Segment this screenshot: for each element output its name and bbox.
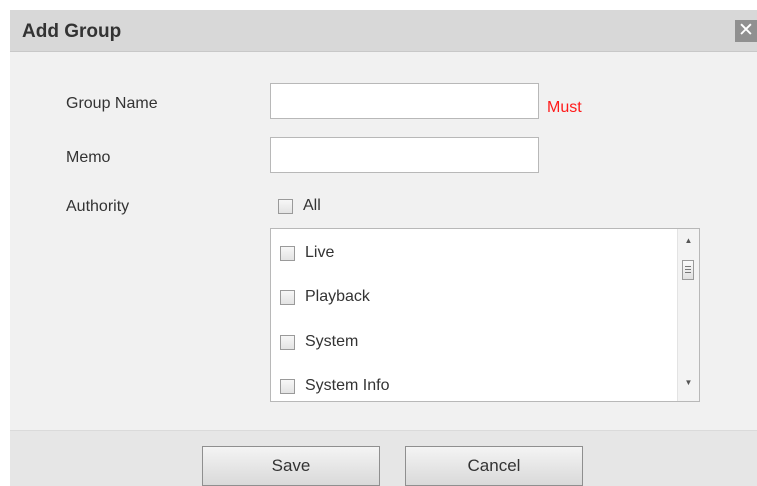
authority-list-scrollbar[interactable]: ▲ ▼ (677, 229, 699, 401)
authority-item-label: System (305, 333, 359, 350)
scrollbar-thumb[interactable] (682, 260, 694, 280)
save-button[interactable]: Save (202, 446, 380, 486)
dialog-title: Add Group (22, 21, 122, 42)
dialog-titlebar: Add Group ✕ (10, 10, 757, 52)
memo-label: Memo (66, 149, 111, 166)
authority-all-option[interactable]: All (278, 197, 321, 215)
authority-label: Authority (66, 198, 130, 215)
checkbox-icon[interactable] (280, 334, 295, 350)
grip-line (685, 272, 691, 273)
required-hint: Must (547, 99, 582, 116)
group-name-label: Group Name (66, 95, 158, 112)
scroll-down-arrow-icon[interactable]: ▼ (678, 375, 699, 391)
checkbox-icon[interactable] (280, 245, 295, 261)
authority-item-live[interactable]: Live (280, 244, 334, 262)
checkbox-icon[interactable] (280, 289, 295, 305)
scroll-up-arrow-icon[interactable]: ▲ (678, 233, 699, 249)
grip-line (685, 269, 691, 270)
add-group-dialog: Add Group ✕ Group Name Must Memo Authori… (10, 10, 757, 486)
authority-item-system-info[interactable]: System Info (280, 377, 389, 395)
authority-item-label: Playback (305, 288, 370, 305)
group-name-input[interactable] (270, 83, 539, 119)
grip-line (685, 266, 691, 267)
authority-all-label: All (303, 197, 321, 214)
close-icon[interactable]: ✕ (735, 20, 757, 42)
memo-input[interactable] (270, 137, 539, 173)
checkbox-icon[interactable] (280, 378, 295, 394)
authority-item-label: Live (305, 244, 335, 261)
authority-item-label: System Info (305, 377, 390, 394)
authority-list: Live Playback System System Info ▲ ▼ (270, 228, 700, 402)
cancel-button[interactable]: Cancel (405, 446, 583, 486)
checkbox-icon[interactable] (278, 198, 293, 214)
dialog-footer: Save Cancel (10, 430, 757, 486)
authority-item-system[interactable]: System (280, 333, 358, 351)
authority-item-playback[interactable]: Playback (280, 288, 370, 306)
